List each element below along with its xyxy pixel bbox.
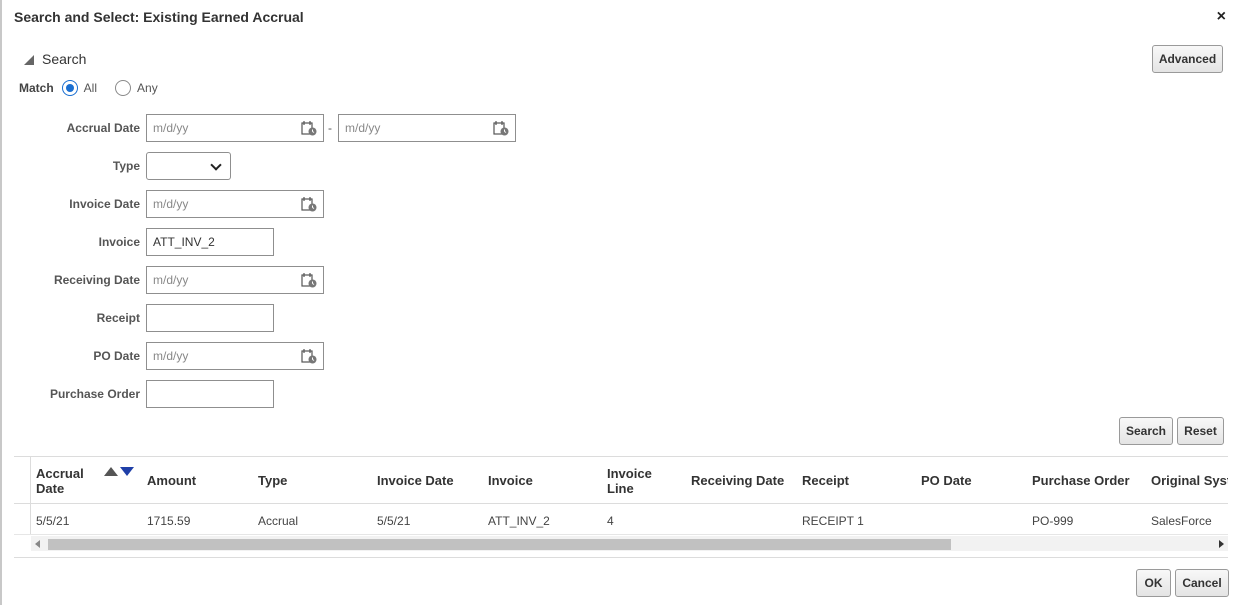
column-header-line: Invoice bbox=[607, 466, 652, 481]
invoice-value: ATT_INV_2 bbox=[153, 235, 215, 249]
cell-original-system: SalesForce bbox=[1151, 514, 1212, 528]
ok-button[interactable]: OK bbox=[1136, 569, 1171, 597]
column-header-receiving-date[interactable]: Receiving Date bbox=[691, 473, 784, 488]
footer-divider bbox=[14, 557, 1228, 558]
search-button[interactable]: Search bbox=[1119, 417, 1173, 445]
receiving-date-placeholder: m/d/yy bbox=[153, 273, 189, 287]
cancel-button-label: Cancel bbox=[1182, 576, 1222, 590]
accrual-date-to-field[interactable]: m/d/yy bbox=[338, 114, 516, 142]
chevron-down-icon bbox=[210, 159, 222, 171]
table-header: Accrual Date Amount Type Invoice Date In… bbox=[14, 457, 1228, 504]
column-header-original-system[interactable]: Original Syst bbox=[1151, 473, 1228, 488]
purchase-order-field[interactable] bbox=[146, 380, 274, 408]
calendar-icon[interactable] bbox=[301, 348, 317, 364]
search-button-label: Search bbox=[1125, 424, 1167, 438]
column-header-receipt[interactable]: Receipt bbox=[802, 473, 849, 488]
cell-purchase-order: PO-999 bbox=[1032, 514, 1074, 528]
search-section-label: Search bbox=[42, 51, 87, 67]
accrual-date-label: Accrual Date bbox=[66, 121, 140, 135]
cancel-button[interactable]: Cancel bbox=[1175, 569, 1229, 597]
invoice-date-field[interactable]: m/d/yy bbox=[146, 190, 324, 218]
reset-button[interactable]: Reset bbox=[1177, 417, 1224, 445]
column-header-invoice[interactable]: Invoice bbox=[488, 473, 533, 488]
accrual-date-from-field[interactable]: m/d/yy bbox=[146, 114, 324, 142]
column-header-po-date[interactable]: PO Date bbox=[921, 473, 972, 488]
po-date-placeholder: m/d/yy bbox=[153, 349, 189, 363]
sort-ascending-icon[interactable] bbox=[104, 467, 118, 476]
accrual-date-from-placeholder: m/d/yy bbox=[153, 121, 189, 135]
ok-button-label: OK bbox=[1144, 576, 1163, 590]
table-row[interactable]: 5/5/21 1715.59 Accrual 5/5/21 ATT_INV_2 … bbox=[14, 505, 1228, 535]
match-label: Match bbox=[19, 81, 54, 95]
match-any-radio[interactable] bbox=[115, 80, 132, 96]
advanced-button-label: Advanced bbox=[1158, 52, 1217, 66]
receiving-date-field[interactable]: m/d/yy bbox=[146, 266, 324, 294]
cell-invoice-date: 5/5/21 bbox=[377, 514, 411, 528]
scrollbar-thumb[interactable] bbox=[48, 539, 951, 550]
invoice-field[interactable]: ATT_INV_2 bbox=[146, 228, 274, 256]
calendar-icon[interactable] bbox=[301, 196, 317, 212]
match-all-radio[interactable] bbox=[61, 80, 78, 96]
match-any-label: Any bbox=[137, 81, 158, 95]
sort-descending-icon[interactable] bbox=[120, 467, 134, 476]
column-header-invoice-date[interactable]: Invoice Date bbox=[377, 473, 454, 488]
cell-invoice-line: 4 bbox=[607, 514, 614, 528]
horizontal-scrollbar[interactable] bbox=[31, 536, 1228, 551]
cell-type: Accrual bbox=[258, 514, 299, 528]
receipt-label: Receipt bbox=[96, 311, 140, 325]
column-header-type[interactable]: Type bbox=[258, 473, 287, 488]
column-header-line: Line bbox=[607, 481, 634, 496]
sort-controls bbox=[104, 467, 134, 476]
reset-button-label: Reset bbox=[1184, 424, 1217, 438]
invoice-date-placeholder: m/d/yy bbox=[153, 197, 189, 211]
column-header-line: Accrual bbox=[36, 466, 84, 481]
dialog-title: Search and Select: Existing Earned Accru… bbox=[14, 9, 304, 25]
po-date-field[interactable]: m/d/yy bbox=[146, 342, 324, 370]
calendar-icon[interactable] bbox=[493, 120, 509, 136]
cell-accrual-date: 5/5/21 bbox=[36, 514, 70, 528]
cell-amount: 1715.59 bbox=[147, 514, 191, 528]
column-header-accrual-date[interactable]: Accrual Date bbox=[36, 466, 84, 496]
collapse-triangle-icon bbox=[24, 55, 34, 65]
column-header-invoice-line[interactable]: Invoice Line bbox=[607, 466, 652, 496]
receiving-date-label: Receiving Date bbox=[53, 273, 140, 287]
match-all-label: All bbox=[83, 81, 98, 95]
scroll-left-icon[interactable] bbox=[35, 540, 40, 548]
calendar-icon[interactable] bbox=[301, 272, 317, 288]
date-range-dash: - bbox=[328, 121, 332, 135]
close-icon[interactable]: × bbox=[1217, 8, 1226, 26]
invoice-date-label: Invoice Date bbox=[69, 197, 140, 211]
match-radio-group: Match All Any bbox=[19, 80, 176, 96]
purchase-order-label: Purchase Order bbox=[49, 387, 140, 401]
invoice-label: Invoice bbox=[98, 235, 140, 249]
accrual-date-to-placeholder: m/d/yy bbox=[345, 121, 381, 135]
search-section-toggle[interactable]: Search bbox=[24, 51, 86, 67]
column-header-amount[interactable]: Amount bbox=[147, 473, 196, 488]
receipt-field[interactable] bbox=[146, 304, 274, 332]
advanced-button[interactable]: Advanced bbox=[1152, 45, 1223, 73]
cell-receipt: RECEIPT 1 bbox=[802, 514, 864, 528]
scroll-right-icon[interactable] bbox=[1219, 540, 1224, 548]
type-label: Type bbox=[112, 159, 140, 173]
column-header-line: Date bbox=[36, 481, 65, 496]
cell-invoice: ATT_INV_2 bbox=[488, 514, 550, 528]
calendar-icon[interactable] bbox=[301, 120, 317, 136]
column-header-purchase-order[interactable]: Purchase Order bbox=[1032, 473, 1130, 488]
search-select-dialog: Search and Select: Existing Earned Accru… bbox=[0, 0, 1238, 605]
po-date-label: PO Date bbox=[93, 349, 140, 363]
type-select[interactable] bbox=[146, 152, 231, 180]
